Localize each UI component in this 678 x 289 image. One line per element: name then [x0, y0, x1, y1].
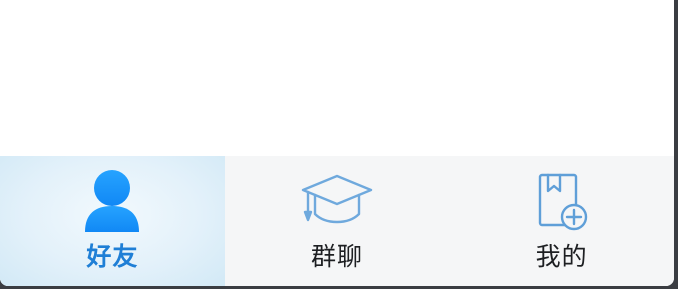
- content-area: [0, 0, 674, 156]
- tab-friends-label: 好友: [86, 242, 139, 271]
- tab-friends[interactable]: 好友: [0, 156, 225, 286]
- tab-group-chat-label: 群聊: [310, 242, 363, 271]
- tab-mine-label: 我的: [535, 242, 588, 271]
- graduation-cap-icon: [297, 168, 377, 236]
- book-add-icon: [522, 168, 602, 236]
- tab-group-chat[interactable]: 群聊: [225, 156, 450, 286]
- tab-mine[interactable]: 我的: [449, 156, 674, 286]
- person-icon: [72, 168, 152, 236]
- app-window: 好友 群聊 我的: [0, 0, 674, 286]
- bottom-tab-bar: 好友 群聊 我的: [0, 156, 674, 286]
